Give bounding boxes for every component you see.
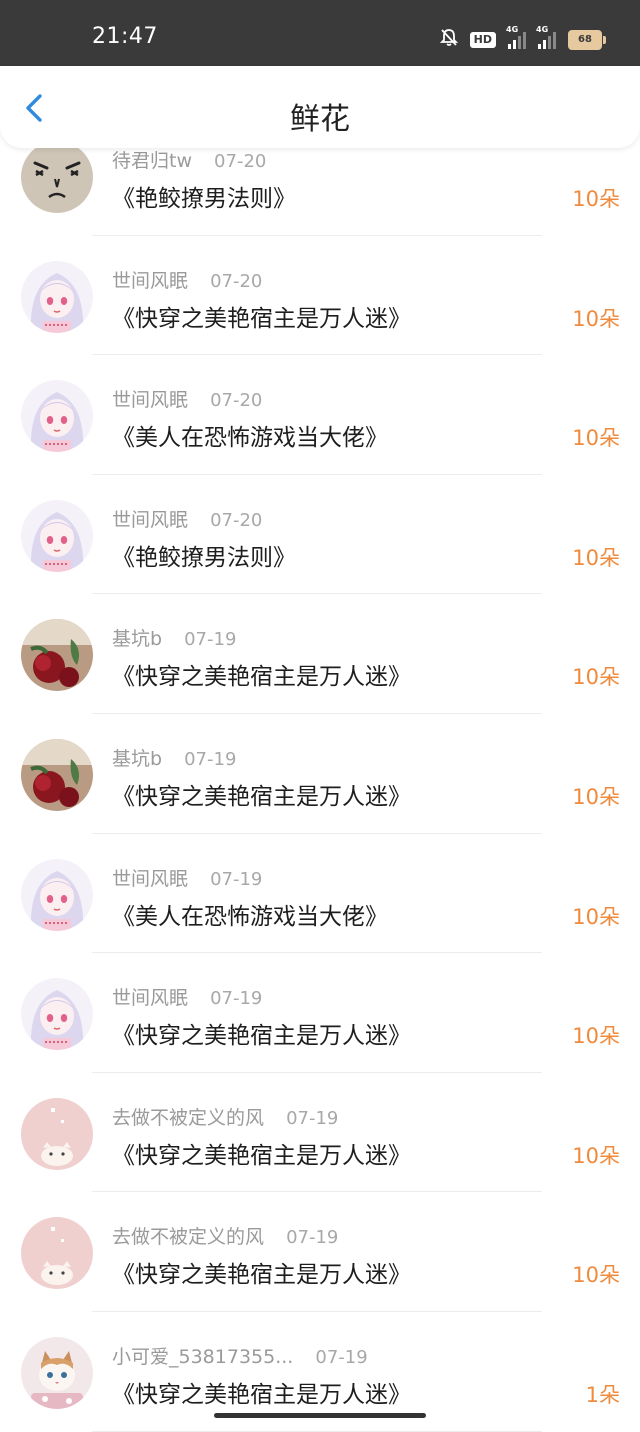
list-item[interactable]: 世间风眠 07-20 《美人在恐怖游戏当大佬》 10朵 xyxy=(0,355,640,475)
book-title[interactable]: 《艳鲛撩男法则》 xyxy=(112,179,296,213)
signal-strength-icon: 4G xyxy=(506,25,526,49)
status-icons: HD 4G 4G 68 xyxy=(439,25,606,52)
timestamp: 07-19 xyxy=(210,988,263,1010)
username[interactable]: 世间风眠 xyxy=(112,509,188,531)
anime-girl-avatar[interactable] xyxy=(21,858,93,931)
book-title[interactable]: 《快穿之美艳宿主是万人迷》 xyxy=(112,1255,411,1289)
list-item[interactable]: 去做不被定义的风 07-19 《快穿之美艳宿主是万人迷》 10朵 xyxy=(0,1073,640,1193)
rose-avatar[interactable] xyxy=(21,738,93,811)
username[interactable]: 去做不被定义的风 xyxy=(112,1107,264,1129)
list-item[interactable]: 去做不被定义的风 07-19 《快穿之美艳宿主是万人迷》 10朵 xyxy=(0,1192,640,1312)
book-title[interactable]: 《快穿之美艳宿主是万人迷》 xyxy=(112,299,411,333)
kitten-avatar[interactable] xyxy=(21,1336,93,1409)
flower-count: 10朵 xyxy=(572,784,620,809)
header: 鲜花 xyxy=(0,66,640,148)
list-item[interactable]: 世间风眠 07-19 《快穿之美艳宿主是万人迷》 10朵 xyxy=(0,953,640,1073)
flower-count: 10朵 xyxy=(572,426,620,451)
flower-count: 1朵 xyxy=(585,1382,620,1407)
flower-count: 10朵 xyxy=(572,1263,620,1288)
anime-girl-avatar[interactable] xyxy=(21,499,93,572)
timestamp: 07-19 xyxy=(184,629,237,651)
timestamp: 07-20 xyxy=(210,509,263,531)
list-item[interactable]: 世间风眠 07-20 《快穿之美艳宿主是万人迷》 10朵 xyxy=(0,236,640,356)
flower-count: 10朵 xyxy=(572,187,620,211)
flower-count: 10朵 xyxy=(572,306,620,331)
book-title[interactable]: 《快穿之美艳宿主是万人迷》 xyxy=(112,1375,411,1409)
flower-count: 10朵 xyxy=(572,1024,620,1049)
timestamp: 07-19 xyxy=(210,868,263,890)
username[interactable]: 世间风眠 xyxy=(112,270,188,292)
flower-record-list: 待君归tw 07-20 《艳鲛撩男法则》 10朵 世间风眠 07-20 《快穿之… xyxy=(0,116,640,1432)
pink-cat-avatar[interactable] xyxy=(21,1097,93,1170)
flower-count: 10朵 xyxy=(572,665,620,690)
username[interactable]: 去做不被定义的风 xyxy=(112,1226,264,1248)
username[interactable]: 世间风眠 xyxy=(112,389,188,411)
mute-bell-icon xyxy=(439,28,458,52)
page-title: 鲜花 xyxy=(290,102,350,137)
status-bar: 21:47 HD 4G 4G 68 xyxy=(0,0,640,66)
battery-icon: 68 xyxy=(568,30,606,50)
book-title[interactable]: 《快穿之美艳宿主是万人迷》 xyxy=(112,777,411,811)
anime-girl-avatar[interactable] xyxy=(21,978,93,1051)
list-item[interactable]: 基坑b 07-19 《快穿之美艳宿主是万人迷》 10朵 xyxy=(0,714,640,834)
timestamp: 07-20 xyxy=(210,390,263,412)
timestamp: 07-20 xyxy=(210,270,263,292)
book-title[interactable]: 《美人在恐怖游戏当大佬》 xyxy=(112,418,388,452)
flower-count: 10朵 xyxy=(572,1143,620,1168)
book-title[interactable]: 《艳鲛撩男法则》 xyxy=(112,538,296,572)
timestamp: 07-19 xyxy=(286,1227,339,1249)
list-item[interactable]: 基坑b 07-19 《快穿之美艳宿主是万人迷》 10朵 xyxy=(0,594,640,714)
list-item[interactable]: 世间风眠 07-20 《艳鲛撩男法则》 10朵 xyxy=(0,475,640,595)
signal-strength-icon: 4G xyxy=(536,25,556,49)
timestamp: 07-20 xyxy=(214,151,267,172)
timestamp: 07-19 xyxy=(286,1107,339,1129)
timestamp: 07-19 xyxy=(184,748,237,770)
anime-girl-avatar[interactable] xyxy=(21,260,93,333)
list-item[interactable]: 世间风眠 07-19 《美人在恐怖游戏当大佬》 10朵 xyxy=(0,834,640,954)
flower-count: 10朵 xyxy=(572,904,620,929)
status-time: 21:47 xyxy=(92,24,158,49)
username[interactable]: 小可爱_53817355... xyxy=(112,1346,293,1368)
book-title[interactable]: 《美人在恐怖游戏当大佬》 xyxy=(112,897,388,931)
username[interactable]: 基坑b xyxy=(112,628,162,650)
home-indicator[interactable] xyxy=(214,1413,426,1418)
pink-cat-avatar[interactable] xyxy=(21,1217,93,1290)
rose-avatar[interactable] xyxy=(21,619,93,692)
timestamp: 07-19 xyxy=(315,1346,368,1368)
flower-count: 10朵 xyxy=(572,545,620,570)
angry-face-avatar[interactable] xyxy=(21,141,93,213)
book-title[interactable]: 《快穿之美艳宿主是万人迷》 xyxy=(112,657,411,691)
book-title[interactable]: 《快穿之美艳宿主是万人迷》 xyxy=(112,1136,411,1170)
hd-voice-badge: HD xyxy=(469,32,496,48)
username[interactable]: 世间风眠 xyxy=(112,987,188,1009)
book-title[interactable]: 《快穿之美艳宿主是万人迷》 xyxy=(112,1016,411,1050)
anime-girl-avatar[interactable] xyxy=(21,380,93,453)
divider xyxy=(92,1430,542,1432)
username[interactable]: 待君归tw xyxy=(112,150,192,172)
username[interactable]: 世间风眠 xyxy=(112,868,188,890)
username[interactable]: 基坑b xyxy=(112,748,162,770)
